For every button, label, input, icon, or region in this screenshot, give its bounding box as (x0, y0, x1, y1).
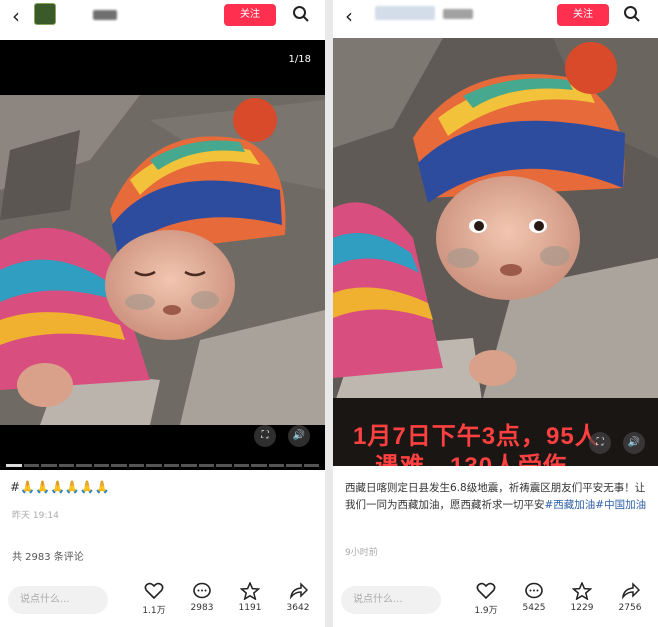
volume-icon[interactable]: 🔊 (623, 432, 645, 454)
like-count: 1.9万 (474, 606, 498, 616)
post-image-carousel[interactable]: 1/18 ⛶ 🔊 (0, 40, 325, 470)
author-name-blurred[interactable] (93, 10, 117, 20)
star-button[interactable]: 1191 (230, 582, 270, 613)
child-in-rubble-image (0, 95, 325, 470)
share-icon (289, 582, 308, 600)
share-button[interactable]: 3642 (278, 582, 318, 613)
caption-hashtags[interactable]: #西藏加油#中国加油 (545, 499, 647, 511)
back-icon[interactable]: ‹ (12, 4, 20, 28)
avatar[interactable] (34, 3, 56, 25)
comment-input[interactable]: 说点什么... (8, 586, 108, 614)
post-time: 昨天 19:14 (12, 511, 59, 521)
image-counter: 1/18 (288, 54, 311, 65)
comment-count: 2983 (190, 603, 214, 613)
star-icon (572, 582, 592, 600)
search-icon[interactable] (623, 5, 641, 23)
like-button[interactable]: 1.9万 (466, 582, 506, 616)
top-bar: ‹ 关注 (0, 0, 325, 30)
comment-count: 5425 (522, 603, 546, 613)
right-post-panel: ‹ 关注 1月7日下午3点，95人 ⛶ 🔊 西藏日喀则定日县发生6.8级地震，祈… (333, 0, 658, 627)
comments-total: 共 2983 条评论 (12, 552, 84, 563)
top-bar: ‹ 关注 (333, 0, 658, 30)
post-caption: 西藏日喀则定日县发生6.8级地震，祈祷震区朋友们平安无事！让我们一同为西藏加油，… (345, 480, 650, 514)
comment-input[interactable]: 说点什么... (341, 586, 441, 614)
comment-icon (193, 582, 211, 599)
star-count: 1191 (238, 603, 262, 613)
back-icon[interactable]: ‹ (345, 4, 353, 28)
heart-icon (476, 582, 496, 600)
carousel-progress (6, 464, 319, 467)
author-extra-blurred (443, 9, 473, 19)
child-in-rubble-image (333, 38, 658, 466)
volume-icon[interactable]: 🔊 (288, 425, 310, 447)
share-count: 2756 (618, 603, 642, 613)
star-count: 1229 (570, 603, 594, 613)
overlay-caption-line2: 遇难，130人受伤 (375, 446, 568, 466)
star-icon (240, 582, 260, 600)
like-count: 1.1万 (142, 606, 166, 616)
post-time: 9小时前 (345, 548, 378, 558)
left-post-panel: ‹ 关注 1/18 ⛶ 🔊 #🙏🙏🙏🙏🙏🙏 昨天 19:14 共 2983 条评… (0, 0, 325, 627)
search-icon[interactable] (292, 5, 310, 23)
bottom-action-bar: 说点什么... 1.1万 2983 1191 3642 (0, 578, 325, 627)
panel-divider (325, 0, 333, 627)
follow-button[interactable]: 关注 (224, 4, 276, 26)
screen-icon[interactable]: ⛶ (254, 425, 276, 447)
share-count: 3642 (286, 603, 310, 613)
comment-button[interactable]: 5425 (514, 582, 554, 613)
author-name-blurred[interactable] (375, 6, 435, 20)
bottom-action-bar: 说点什么... 1.9万 5425 1229 2756 (333, 578, 658, 627)
comment-icon (525, 582, 543, 599)
star-button[interactable]: 1229 (562, 582, 602, 613)
follow-button[interactable]: 关注 (557, 4, 609, 26)
post-image[interactable]: 1月7日下午3点，95人 遇难，130人受伤 ⛶ 🔊 (333, 38, 658, 466)
share-icon (621, 582, 640, 600)
comment-button[interactable]: 2983 (182, 582, 222, 613)
post-hashtags[interactable]: #🙏🙏🙏🙏🙏🙏 (10, 480, 110, 494)
like-button[interactable]: 1.1万 (134, 582, 174, 616)
screen-icon[interactable]: ⛶ (589, 432, 611, 454)
heart-icon (144, 582, 164, 600)
share-button[interactable]: 2756 (610, 582, 650, 613)
